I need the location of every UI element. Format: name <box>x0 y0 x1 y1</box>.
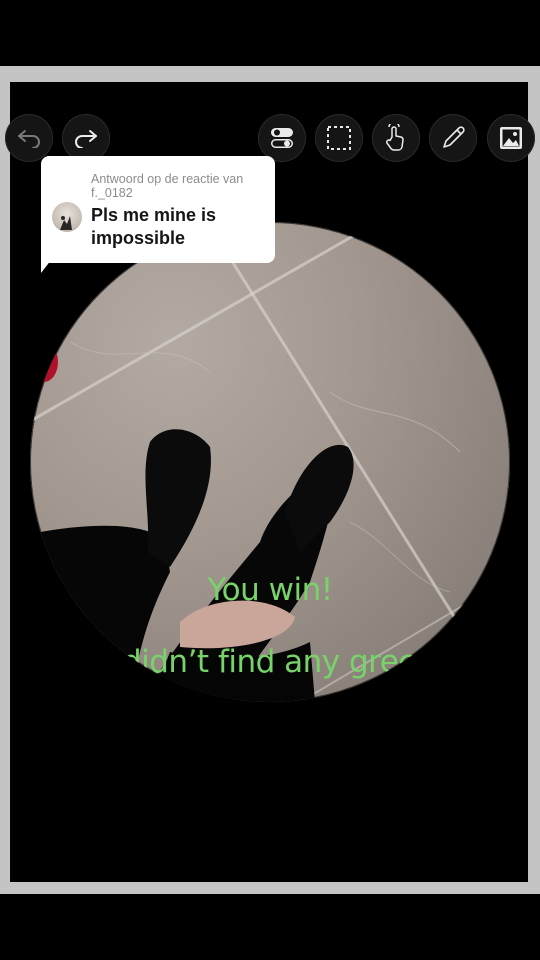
hand-tap-icon <box>383 124 409 152</box>
select-area-button[interactable] <box>315 114 363 162</box>
undo-icon <box>16 128 42 148</box>
undo-button[interactable] <box>5 114 53 162</box>
image-icon <box>498 125 524 151</box>
overlay-text-you-win[interactable]: You win! <box>30 572 510 608</box>
selection-box-icon <box>326 125 352 151</box>
gesture-button[interactable] <box>372 114 420 162</box>
redo-button[interactable] <box>62 114 110 162</box>
reply-header: Antwoord op de reactie van f._0182 <box>91 172 244 200</box>
overlay-text-no-green[interactable]: I didn’t find any green <box>30 644 510 680</box>
redo-icon <box>73 128 99 148</box>
pencil-icon <box>440 125 466 151</box>
reply-comment-text: Pls me mine is impossible <box>91 205 217 248</box>
image-button[interactable] <box>487 114 535 162</box>
toggle-button[interactable] <box>258 114 306 162</box>
reply-comment-sticker[interactable]: Antwoord op de reactie van f._0182 Pls m… <box>41 156 275 263</box>
draw-button[interactable] <box>429 114 477 162</box>
circular-photo[interactable]: You win! I didn’t find any green <box>30 222 510 702</box>
screen: You win! I didn’t find any green Antwoor… <box>0 0 540 960</box>
avatar <box>52 202 82 232</box>
floor-photo-image <box>30 230 510 702</box>
toggle-icon <box>269 125 295 151</box>
